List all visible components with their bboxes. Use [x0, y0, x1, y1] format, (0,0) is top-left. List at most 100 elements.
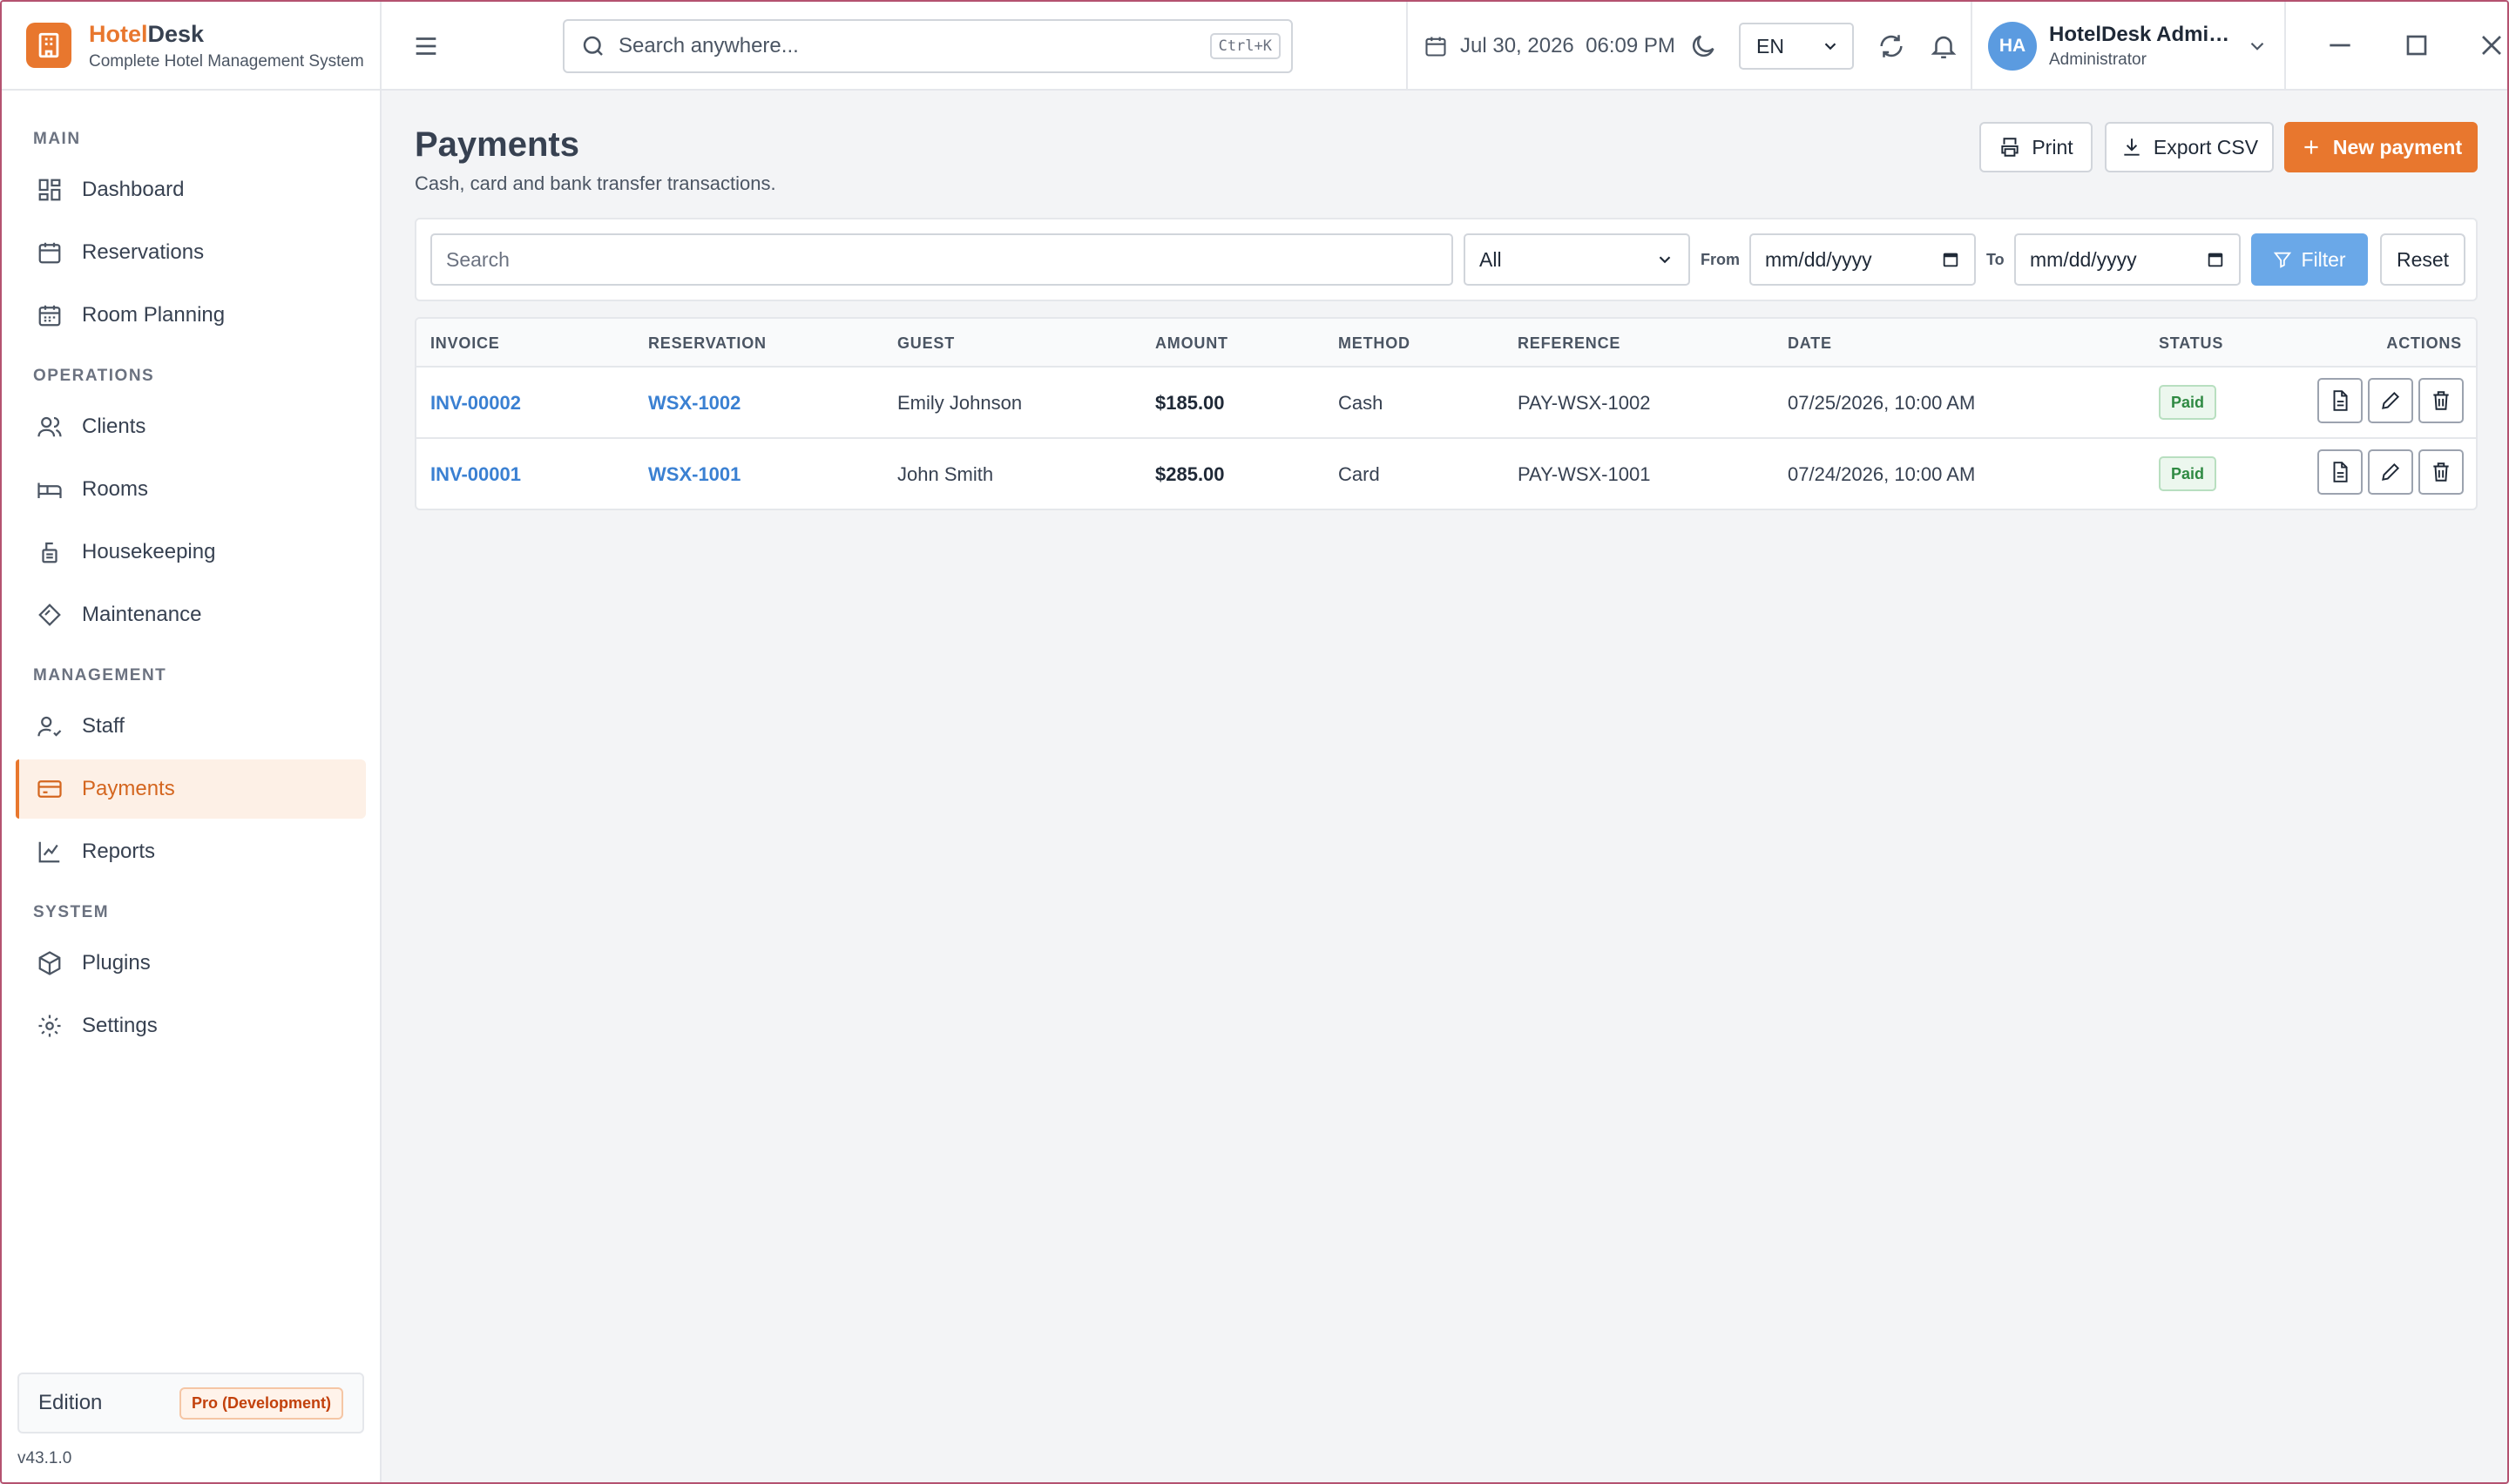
reset-button[interactable]: Reset — [2380, 233, 2465, 286]
users-icon — [37, 416, 62, 437]
trash-icon — [2433, 462, 2449, 482]
topbar-divider — [2284, 2, 2286, 91]
brand: HotelDesk Complete Hotel Management Syst… — [2, 2, 380, 91]
from-date-input[interactable]: mm/dd/yyyy — [1749, 233, 1976, 286]
sidebar-item-clients[interactable]: Clients — [16, 397, 366, 456]
current-time: 06:09 PM — [1586, 34, 1675, 57]
user-role: Administrator — [2049, 51, 2147, 69]
payment-amount: $285.00 — [1155, 463, 1225, 485]
housekeeping-icon — [42, 542, 57, 563]
sidebar-item-maintenance[interactable]: Maintenance — [16, 585, 366, 644]
export-csv-button[interactable]: Export CSV — [2105, 122, 2274, 172]
nav-section-main: MAIN — [33, 130, 81, 148]
user-name: HotelDesk Administrator — [2049, 23, 2234, 46]
print-button[interactable]: Print — [1979, 122, 2093, 172]
current-datetime: Jul 30, 2026 06:09 PM — [1424, 2, 1675, 91]
delete-payment-button[interactable] — [2418, 449, 2464, 495]
pencil-icon — [2382, 391, 2400, 409]
edit-payment-button[interactable] — [2368, 378, 2413, 423]
filter-label: Filter — [2301, 247, 2346, 271]
column-header: DATE — [1788, 334, 1832, 352]
sidebar-item-reservations[interactable]: Reservations — [16, 223, 366, 282]
chevron-down-icon — [2250, 42, 2264, 51]
calendar-icon — [1425, 37, 1446, 57]
gear-icon — [38, 1015, 61, 1037]
global-search-input[interactable] — [619, 34, 1210, 58]
bell-icon[interactable] — [1929, 31, 1958, 61]
refresh-icon[interactable] — [1877, 31, 1906, 61]
sidebar-item-payments[interactable]: Payments — [16, 759, 366, 819]
sidebar-item-staff[interactable]: Staff — [16, 697, 366, 756]
calendar-grid-icon — [38, 305, 61, 327]
column-header: STATUS — [2159, 334, 2224, 352]
invoice-link[interactable]: INV-00002 — [430, 392, 521, 415]
new-payment-button[interactable]: New payment — [2284, 122, 2478, 172]
sidebar-item-label: Payments — [82, 777, 175, 800]
topbar-divider — [1971, 2, 1972, 91]
reservation-link[interactable]: WSX-1002 — [648, 392, 741, 415]
sidebar-item-housekeeping[interactable]: Housekeeping — [16, 523, 366, 582]
from-date-value: mm/dd/yyyy — [1765, 247, 1872, 271]
maximize-window-icon[interactable] — [2399, 28, 2434, 63]
global-search[interactable]: Ctrl+K — [563, 19, 1293, 73]
sidebar: HotelDesk Complete Hotel Management Syst… — [2, 2, 382, 1482]
column-header: GUEST — [897, 334, 956, 352]
sidebar-item-label: Clients — [82, 415, 146, 438]
plus-icon — [2304, 140, 2318, 154]
sidebar-item-label: Staff — [82, 714, 125, 738]
printer-icon — [2001, 138, 2019, 157]
chart-line-icon — [38, 841, 60, 863]
page-title: Payments — [415, 125, 579, 164]
to-date-input[interactable]: mm/dd/yyyy — [2014, 233, 2241, 286]
invoice-link[interactable]: INV-00001 — [430, 463, 521, 486]
topbar-divider — [1406, 2, 1408, 91]
column-header: REFERENCE — [1518, 334, 1621, 352]
close-window-icon[interactable] — [2474, 28, 2509, 63]
sidebar-item-label: Plugins — [82, 951, 151, 975]
guest-name: Emily Johnson — [897, 392, 1023, 414]
sidebar-item-reports[interactable]: Reports — [16, 822, 366, 881]
staff-icon — [37, 716, 62, 737]
reservation-link[interactable]: WSX-1001 — [648, 463, 741, 486]
view-invoice-button[interactable] — [2317, 378, 2363, 423]
view-invoice-button[interactable] — [2317, 449, 2363, 495]
moon-icon[interactable] — [1688, 31, 1718, 61]
method-value: All — [1479, 247, 1502, 271]
edit-payment-button[interactable] — [2368, 449, 2413, 495]
bed-icon — [37, 482, 62, 498]
credit-card-icon — [37, 780, 62, 798]
chevron-down-icon — [1824, 43, 1836, 51]
delete-payment-button[interactable] — [2418, 378, 2464, 423]
payment-method: Cash — [1338, 392, 1383, 414]
chevron-down-icon — [1659, 256, 1671, 264]
column-header: ACTIONS — [2386, 334, 2462, 352]
document-icon — [2333, 462, 2348, 482]
payment-date: 07/25/2026, 10:00 AM — [1788, 392, 1976, 414]
calendar-icon — [1943, 253, 1958, 267]
to-label: To — [1986, 251, 2005, 268]
sidebar-item-settings[interactable]: Settings — [16, 996, 366, 1056]
minimize-window-icon[interactable] — [2323, 28, 2357, 63]
package-icon — [38, 951, 61, 975]
print-label: Print — [2032, 135, 2073, 159]
sidebar-item-room-planning[interactable]: Room Planning — [16, 286, 366, 345]
brand-subtitle: Complete Hotel Management System — [89, 52, 364, 71]
sidebar-item-plugins[interactable]: Plugins — [16, 934, 366, 993]
search-icon — [583, 36, 603, 56]
filter-icon — [2274, 252, 2292, 268]
sidebar-item-rooms[interactable]: Rooms — [16, 460, 366, 519]
language-select[interactable]: EN — [1739, 23, 1854, 70]
sidebar-nav: MAIN Dashboard Reservations Room Plannin… — [2, 91, 380, 1056]
from-label: From — [1701, 251, 1740, 268]
new-payment-label: New payment — [2332, 135, 2463, 159]
guest-name: John Smith — [897, 463, 994, 485]
hamburger-menu-icon[interactable] — [411, 31, 441, 61]
calendar-icon — [2208, 253, 2223, 267]
method-select[interactable]: All — [1464, 233, 1690, 286]
filter-button[interactable]: Filter — [2251, 233, 2368, 286]
nav-section-management: MANAGEMENT — [33, 666, 167, 685]
sidebar-item-dashboard[interactable]: Dashboard — [16, 160, 366, 219]
trash-icon — [2433, 391, 2449, 410]
user-menu[interactable]: HA HotelDesk Administrator Administrator — [1988, 2, 2269, 91]
payment-search-input[interactable]: Search — [430, 233, 1453, 286]
